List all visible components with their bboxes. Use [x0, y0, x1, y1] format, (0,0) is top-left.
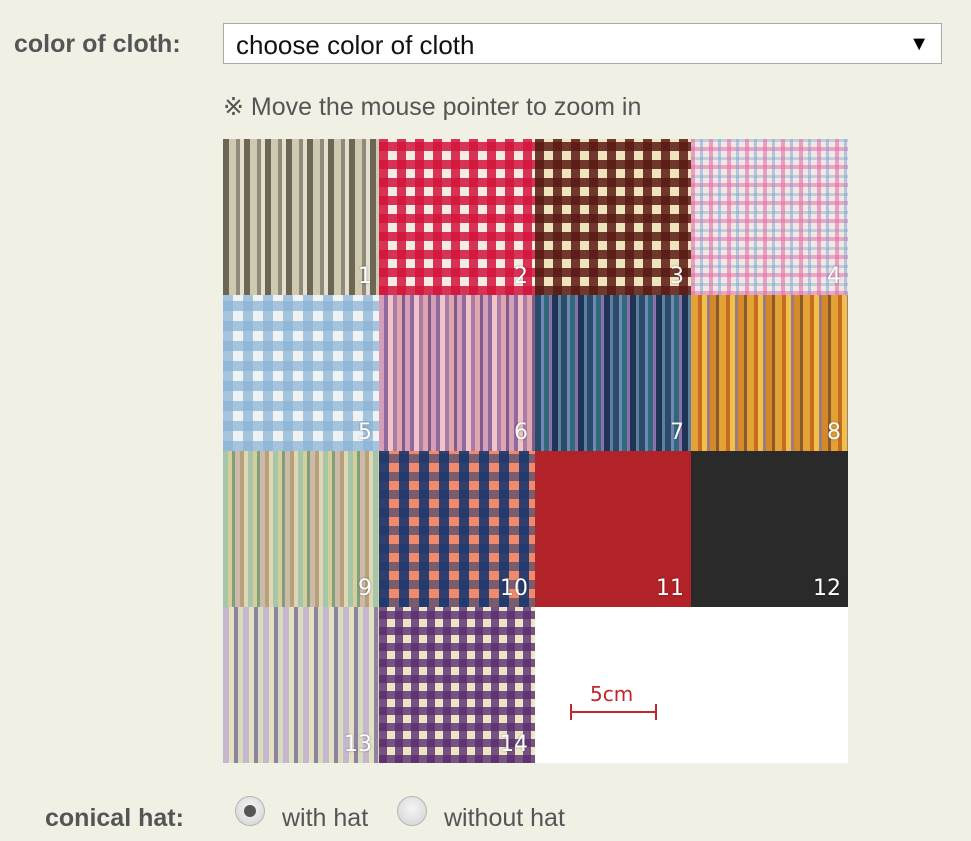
swatch-number: 12 [813, 576, 841, 601]
swatch-number: 5 [358, 420, 372, 445]
swatch-12[interactable]: 12 [691, 451, 848, 607]
color-of-cloth-select[interactable]: choose color of cloth ▼ [223, 23, 942, 64]
swatch-number: 1 [358, 264, 372, 289]
swatch-1[interactable]: 1 [223, 139, 379, 295]
swatch-number: 10 [500, 576, 528, 601]
scale-bar: 5cm [570, 680, 658, 720]
swatch-number: 11 [656, 576, 684, 601]
scale-line [570, 711, 656, 713]
cloth-swatch-grid: 1 2 3 4 5 6 7 8 9 10 11 12 13 14 [223, 139, 848, 763]
swatch-number: 2 [514, 264, 528, 289]
dropdown-arrow-icon: ▼ [909, 33, 929, 55]
swatch-7[interactable]: 7 [535, 295, 691, 451]
swatch-3[interactable]: 3 [535, 139, 691, 295]
swatch-number: 14 [500, 732, 528, 757]
without-hat-label[interactable]: without hat [444, 804, 565, 833]
swatch-6[interactable]: 6 [379, 295, 535, 451]
with-hat-radio[interactable] [235, 796, 265, 826]
swatch-2[interactable]: 2 [379, 139, 535, 295]
color-of-cloth-label: color of cloth: [14, 30, 181, 58]
swatch-number: 6 [514, 420, 528, 445]
select-value: choose color of cloth [236, 30, 475, 60]
swatch-5[interactable]: 5 [223, 295, 379, 451]
swatch-8[interactable]: 8 [691, 295, 848, 451]
without-hat-radio[interactable] [397, 796, 427, 826]
scale-tick-right [655, 704, 657, 720]
radio-selected-dot [244, 805, 256, 817]
swatch-9[interactable]: 9 [223, 451, 379, 607]
scale-tick-left [570, 704, 572, 720]
swatch-number: 3 [670, 264, 684, 289]
swatch-number: 8 [827, 420, 841, 445]
zoom-hint: ※ Move the mouse pointer to zoom in [223, 93, 642, 121]
swatch-number: 13 [344, 732, 372, 757]
swatch-13[interactable]: 13 [223, 607, 379, 763]
swatch-10[interactable]: 10 [379, 451, 535, 607]
scale-label: 5cm [590, 682, 634, 706]
swatch-14[interactable]: 14 [379, 607, 535, 763]
swatch-number: 4 [827, 264, 841, 289]
conical-hat-label: conical hat: [45, 804, 184, 832]
swatch-number: 9 [358, 576, 372, 601]
swatch-number: 7 [670, 420, 684, 445]
swatch-11[interactable]: 11 [535, 451, 691, 607]
swatch-4[interactable]: 4 [691, 139, 848, 295]
with-hat-label[interactable]: with hat [282, 804, 368, 833]
